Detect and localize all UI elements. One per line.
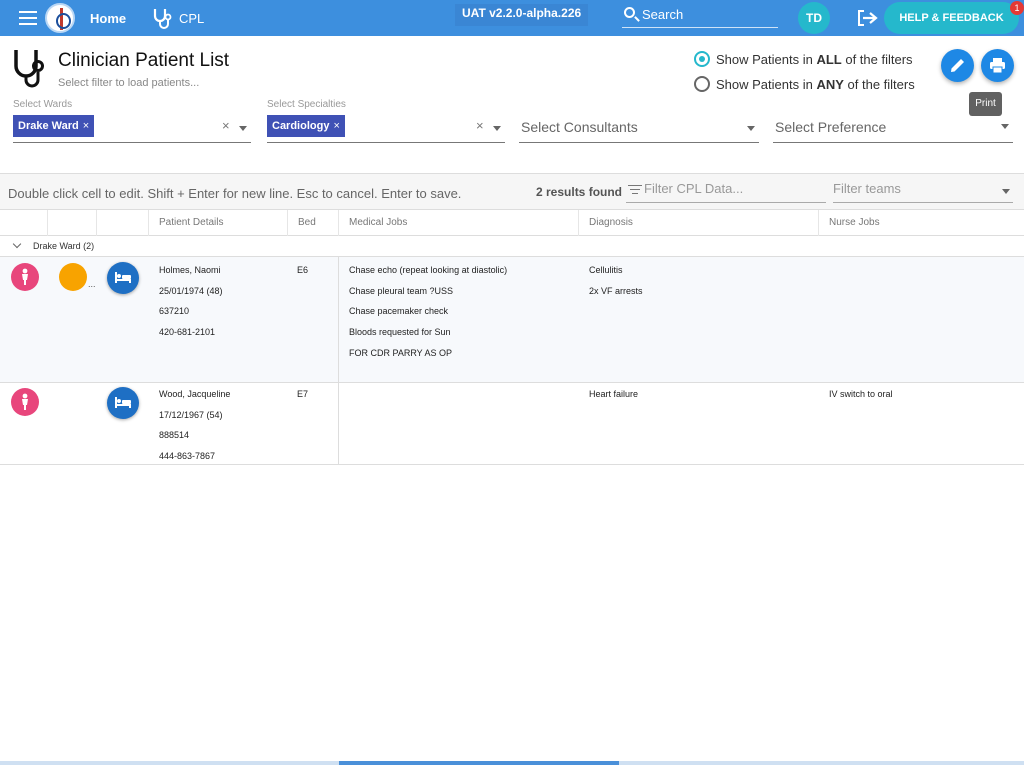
- female-icon: [11, 388, 39, 416]
- chevron-down-icon[interactable]: [1001, 124, 1009, 129]
- chevron-down-icon[interactable]: [12, 239, 22, 249]
- diagnosis-item[interactable]: Cellulitis: [589, 265, 623, 275]
- bed-cell[interactable]: E6: [297, 265, 308, 275]
- column-header-status[interactable]: [0, 210, 48, 236]
- filter-teams-placeholder: Filter teams: [833, 181, 901, 196]
- column-header-bed-action[interactable]: [97, 210, 149, 236]
- patient-name[interactable]: Wood, Jacqueline: [159, 389, 230, 399]
- radio-selected-icon: [694, 51, 710, 67]
- diagnosis-item[interactable]: 2x VF arrests: [589, 286, 643, 296]
- filter-cpl-input[interactable]: Filter CPL Data...: [626, 179, 826, 203]
- print-button[interactable]: [981, 49, 1014, 82]
- app-logo[interactable]: [45, 3, 75, 33]
- chip-remove-icon[interactable]: ×: [333, 120, 339, 132]
- user-avatar[interactable]: TD: [798, 2, 830, 34]
- chevron-down-icon[interactable]: [1002, 189, 1010, 194]
- chevron-down-icon[interactable]: [493, 126, 501, 131]
- bed-icon: [115, 397, 131, 408]
- filter-teams-select[interactable]: Filter teams: [833, 179, 1013, 203]
- printer-icon: [990, 58, 1005, 74]
- cpl-link[interactable]: CPL: [179, 11, 204, 26]
- consultants-select[interactable]: Select Consultants: [519, 113, 759, 143]
- search-icon: [624, 7, 635, 18]
- table-row[interactable]: Wood, Jacqueline 17/12/1967 (54) 888514 …: [0, 383, 1024, 465]
- medical-job[interactable]: Chase echo (repeat looking at diastolic): [349, 265, 507, 275]
- patient-id: 637210: [159, 306, 190, 316]
- column-header-medical-jobs[interactable]: Medical Jobs: [339, 210, 579, 236]
- logout-icon[interactable]: [857, 9, 879, 27]
- version-badge: UAT v2.2.0-alpha.226: [455, 4, 589, 26]
- scrollbar-thumb[interactable]: [339, 761, 619, 765]
- help-feedback-button[interactable]: HELP & FEEDBACK: [884, 2, 1019, 34]
- patient-id: 888514: [159, 430, 190, 440]
- radio-unselected-icon: [694, 76, 710, 92]
- patient-name[interactable]: Holmes, Naomi: [159, 265, 221, 275]
- preference-placeholder: Select Preference: [775, 119, 887, 135]
- column-header-patient-details[interactable]: Patient Details: [149, 210, 288, 236]
- chip-drake-ward[interactable]: Drake Ward ×: [13, 115, 95, 137]
- radio-show-all[interactable]: Show Patients in ALL of the filters: [694, 50, 914, 68]
- radio-show-any[interactable]: Show Patients in ANY of the filters: [694, 75, 915, 93]
- chip-remove-icon[interactable]: ×: [83, 120, 89, 132]
- column-header-nurse-jobs[interactable]: Nurse Jobs: [819, 210, 1024, 236]
- nurse-job[interactable]: IV switch to oral: [829, 389, 893, 399]
- bed-cell[interactable]: E7: [297, 389, 308, 399]
- chevron-down-icon[interactable]: [747, 126, 755, 131]
- specialties-select[interactable]: Cardiology × ×: [267, 113, 505, 143]
- more-indicator[interactable]: ...: [88, 279, 96, 289]
- search-placeholder: Search: [642, 7, 684, 22]
- page-title: Clinician Patient List: [58, 50, 230, 71]
- specialties-label: Select Specialties: [267, 99, 346, 110]
- radio-show-any-label: Show Patients in ANY of the filters: [716, 77, 915, 92]
- grid-header: Patient Details Bed Medical Jobs Diagnos…: [0, 210, 1024, 236]
- column-header-diagnosis[interactable]: Diagnosis: [579, 210, 819, 236]
- search-input[interactable]: Search: [622, 4, 778, 28]
- preference-select[interactable]: Select Preference: [773, 113, 1013, 143]
- medical-job[interactable]: FOR CDR PARRY AS OP: [349, 348, 452, 358]
- chip-cardiology[interactable]: Cardiology ×: [267, 115, 345, 137]
- patient-phone: 420-681-2101: [159, 327, 216, 337]
- diagnosis-item[interactable]: Heart failure: [589, 389, 638, 399]
- filter-cpl-placeholder: Filter CPL Data...: [644, 181, 744, 196]
- medical-job[interactable]: Bloods requested for Sun: [349, 327, 451, 337]
- patient-dob: 25/01/1974 (48): [159, 286, 223, 296]
- filter-icon: [628, 185, 642, 197]
- chevron-down-icon[interactable]: [239, 126, 247, 131]
- horizontal-scrollbar[interactable]: [0, 761, 1024, 765]
- wards-select[interactable]: Drake Ward × ×: [13, 113, 251, 143]
- female-icon: [11, 263, 39, 291]
- clear-icon[interactable]: ×: [476, 118, 484, 133]
- column-header-bed[interactable]: Bed: [288, 210, 339, 236]
- alert-indicator[interactable]: [59, 263, 87, 291]
- bed-icon: [115, 272, 131, 283]
- top-app-bar: Home CPL UAT v2.2.0-alpha.226 Search TD …: [0, 0, 1024, 36]
- medical-job[interactable]: Chase pleural team ?USS: [349, 286, 453, 296]
- home-link[interactable]: Home: [90, 11, 126, 26]
- group-row-drake-ward[interactable]: Drake Ward (2): [0, 236, 1024, 257]
- column-divider: [338, 383, 339, 464]
- stethoscope-icon: [14, 50, 44, 88]
- patient-dob: 17/12/1967 (54): [159, 410, 223, 420]
- bed-management-button[interactable]: [107, 387, 139, 419]
- group-label: Drake Ward (2): [33, 241, 95, 251]
- grid-toolbar: Double click cell to edit. Shift + Enter…: [0, 173, 1024, 210]
- edit-button[interactable]: [941, 49, 974, 82]
- page-subtitle: Select filter to load patients...: [58, 77, 200, 89]
- medical-job[interactable]: Chase pacemaker check: [349, 306, 448, 316]
- patient-phone: 444-863-7867: [159, 451, 216, 461]
- edit-hint: Double click cell to edit. Shift + Enter…: [8, 186, 462, 201]
- stethoscope-icon[interactable]: [150, 6, 176, 30]
- radio-show-all-label: Show Patients in ALL of the filters: [716, 52, 913, 67]
- results-count: 2 results found: [536, 185, 623, 199]
- pencil-icon: [951, 59, 964, 72]
- hamburger-menu-icon[interactable]: [19, 11, 37, 25]
- consultants-placeholder: Select Consultants: [521, 119, 638, 135]
- notification-badge: 1: [1010, 1, 1024, 15]
- bed-management-button[interactable]: [107, 262, 139, 294]
- table-row[interactable]: ... Holmes, Naomi 25/01/1974 (48) 637210…: [0, 257, 1024, 383]
- column-header-alerts[interactable]: [48, 210, 97, 236]
- clear-icon[interactable]: ×: [222, 118, 230, 133]
- wards-label: Select Wards: [13, 99, 73, 110]
- column-divider: [338, 257, 339, 382]
